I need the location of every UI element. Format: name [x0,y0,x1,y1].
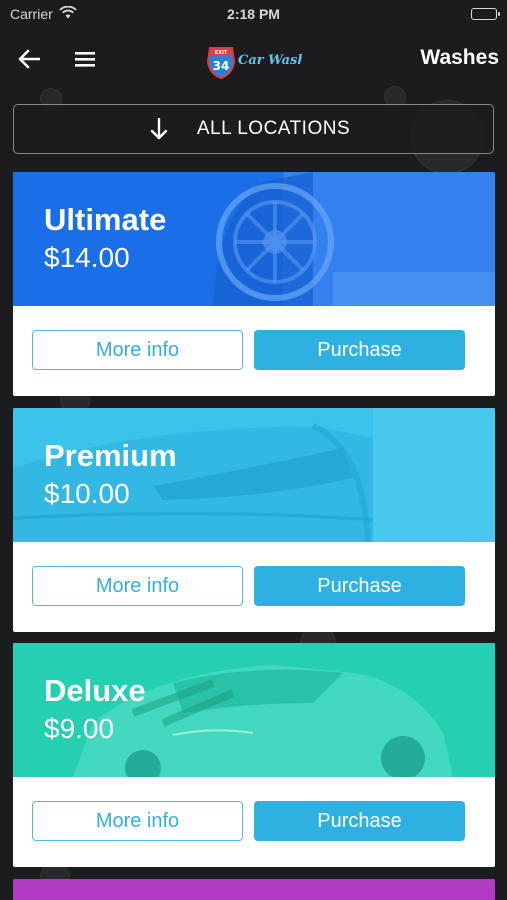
logo-wordmark: Car Wash [238,53,302,68]
sports-car-image [13,643,495,777]
location-label: ALL LOCATIONS [196,118,351,139]
purchase-button[interactable]: Purchase [254,566,465,606]
logo-number: 34 [213,59,230,73]
car-wash-logo: EXIT 34 Car Wash [206,40,307,80]
card-banner: Deluxe $9.00 [13,643,495,777]
card-actions: More info Purchase [13,542,495,632]
status-bar: Carrier [0,0,507,28]
wash-card-ultimate: Ultimate $14.00 More info Purchase [13,172,495,396]
card-actions: More info Purchase [13,306,495,396]
battery-icon [471,8,500,20]
wash-price: $9.00 [44,713,115,744]
logo-exit-text: EXIT [215,50,228,56]
wash-price: $10.00 [44,478,130,509]
more-info-button[interactable]: More info [32,330,243,370]
car-front-image [13,408,495,542]
back-arrow-icon[interactable] [14,44,44,74]
wash-name: Premium [44,438,177,473]
location-selector[interactable]: ALL LOCATIONS [13,104,494,154]
wheel-image [13,172,495,306]
wifi-icon [59,5,77,22]
more-info-button[interactable]: More info [32,801,243,841]
arrow-down-icon [150,117,168,145]
navigation-bar: EXIT 34 Car Wash Washes [0,36,507,82]
wash-card-partial[interactable] [13,879,495,900]
wash-name: Ultimate [44,202,167,237]
carrier-label: Carrier [10,6,53,22]
wash-card-deluxe: Deluxe $9.00 More info Purchase [13,643,495,867]
wash-price: $14.00 [44,242,130,273]
card-banner: Premium $10.00 [13,408,495,542]
page-title: Washes [420,46,499,69]
hamburger-menu-icon[interactable] [70,44,100,74]
more-info-button[interactable]: More info [32,566,243,606]
purchase-button[interactable]: Purchase [254,330,465,370]
card-banner: Ultimate $14.00 [13,172,495,306]
purchase-button[interactable]: Purchase [254,801,465,841]
wash-card-premium: Premium $10.00 More info Purchase [13,408,495,632]
wash-name: Deluxe [44,673,146,708]
card-actions: More info Purchase [13,777,495,867]
